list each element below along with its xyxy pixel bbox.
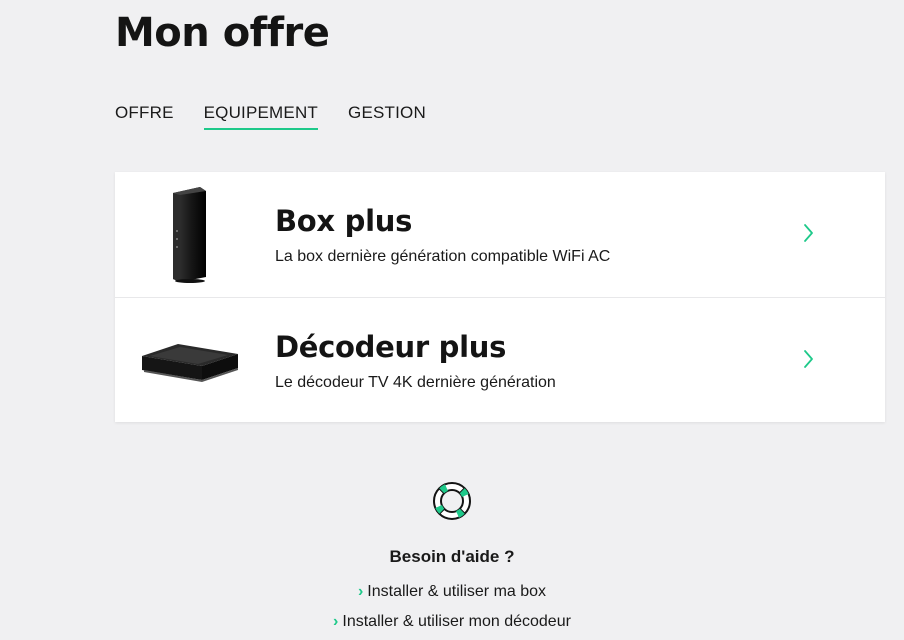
help-link-decoder[interactable]: › Installer & utiliser mon décodeur [0,613,904,631]
equipment-description: La box dernière génération compatible Wi… [275,248,611,265]
equipment-row-decoder[interactable]: Décodeur plus Le décodeur TV 4K dernière… [115,297,885,422]
equipment-title: Box plus [275,204,413,238]
decoder-image [142,344,238,382]
help-link-box[interactable]: › Installer & utiliser ma box [0,583,904,601]
equipment-description: Le décodeur TV 4K dernière génération [275,374,556,391]
help-link-label: Installer & utiliser mon décodeur [342,613,571,630]
help-link-label: Installer & utiliser ma box [367,583,547,600]
chevron-right-icon: › [357,583,364,600]
equipment-card: Box plus La box dernière génération comp… [115,172,885,422]
equipment-title: Décodeur plus [275,330,507,364]
tab-bar: OFFRE EQUIPEMENT GESTION [115,103,426,130]
help-title: Besoin d'aide ? [389,547,515,566]
page-title: Mon offre [115,10,330,56]
tab-offre[interactable]: OFFRE [115,103,174,130]
tab-gestion[interactable]: GESTION [348,103,426,130]
help-section: Besoin d'aide ? › Installer & utiliser ma… [0,480,904,631]
chevron-right-icon: › [333,613,339,630]
lifebuoy-icon [433,482,471,520]
chevron-right-icon[interactable] [803,348,815,370]
chevron-right-icon[interactable] [803,222,815,244]
tab-equipement[interactable]: EQUIPEMENT [203,103,319,130]
equipment-row-box[interactable]: Box plus La box dernière génération comp… [115,172,885,297]
router-image [173,187,206,283]
